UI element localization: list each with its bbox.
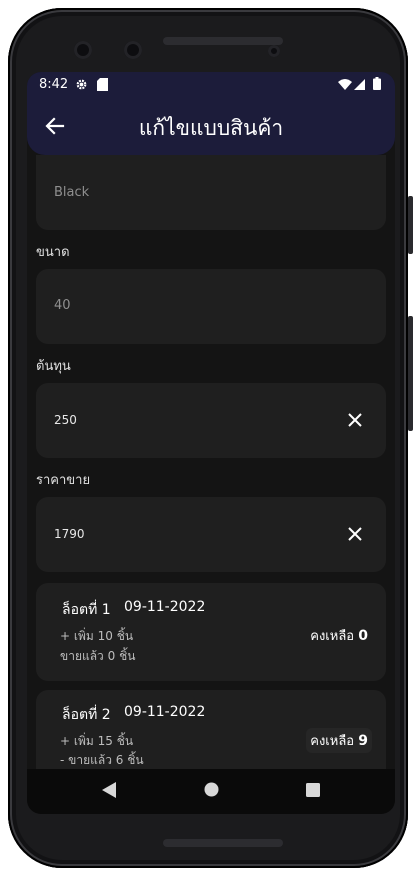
- clear-cost-icon[interactable]: [346, 411, 364, 429]
- color-field[interactable]: Black: [36, 155, 386, 230]
- lot-title: ล็อตที่ 2: [62, 707, 111, 723]
- lot-remaining-label: คงเหลือ: [310, 734, 355, 749]
- nav-recents-button[interactable]: [283, 769, 343, 814]
- lot-remaining: คงเหลือ 9: [306, 728, 372, 753]
- lot-remaining: คงเหลือ 0: [306, 623, 372, 648]
- gear-icon: [75, 78, 88, 95]
- size-field-value: 40: [54, 298, 71, 313]
- recents-square-icon: [306, 782, 320, 801]
- lot-sold: - ขายแล้ว 6 ชิ้น: [60, 753, 144, 767]
- price-field[interactable]: 1790: [36, 497, 386, 572]
- cost-label: ต้นทุน: [36, 359, 71, 374]
- wifi-icon: [338, 79, 352, 94]
- app-bar: แก้ไขแบบสินค้า: [27, 98, 395, 155]
- lot-sold: ขายแล้ว 0 ชิ้น: [60, 649, 136, 663]
- lot-card[interactable]: ล็อตที่ 2 09-11-2022 + เพิ่ม 15 ชิ้น - ข…: [36, 690, 386, 769]
- nav-home-button[interactable]: [181, 769, 241, 814]
- price-label: ราคาขาย: [36, 473, 91, 488]
- nav-back-button[interactable]: [79, 769, 139, 814]
- bottom-speaker: [163, 839, 283, 847]
- lot-date: 09-11-2022: [124, 704, 206, 720]
- front-sensor-left: [74, 41, 92, 59]
- front-camera: [268, 45, 280, 57]
- system-nav-bar: [27, 769, 395, 814]
- price-field-value: 1790: [54, 527, 85, 541]
- battery-icon: [373, 77, 381, 94]
- lot-card[interactable]: ล็อตที่ 1 09-11-2022 + เพิ่ม 10 ชิ้น ขาย…: [36, 583, 386, 681]
- page-title: แก้ไขแบบสินค้า: [138, 116, 284, 140]
- power-button: [408, 196, 413, 254]
- size-field[interactable]: 40: [36, 269, 386, 344]
- front-sensor-right: [124, 41, 142, 59]
- lot-date: 09-11-2022: [124, 599, 206, 615]
- cost-field-value: 250: [54, 413, 77, 427]
- volume-button: [408, 316, 413, 431]
- status-bar: 8:42: [27, 72, 395, 98]
- color-field-value: Black: [54, 185, 90, 200]
- signal-icon: [354, 79, 365, 94]
- sd-card-icon: [97, 78, 108, 95]
- lot-added: + เพิ่ม 10 ชิ้น: [60, 629, 134, 643]
- clear-price-icon[interactable]: [346, 525, 364, 543]
- size-label: ขนาด: [36, 245, 70, 260]
- screen: 8:42 แก้ไขแบบสินค้า Black ขนาด 40 ต้นทุน…: [27, 72, 395, 814]
- home-circle-icon: [204, 782, 219, 801]
- status-time: 8:42: [39, 77, 69, 92]
- lot-remaining-value: 0: [358, 628, 368, 644]
- lot-added: + เพิ่ม 15 ชิ้น: [60, 734, 134, 748]
- cost-field[interactable]: 250: [36, 383, 386, 458]
- earpiece-speaker: [163, 37, 283, 45]
- lot-title: ล็อตที่ 1: [62, 602, 111, 618]
- back-triangle-icon: [102, 781, 116, 802]
- lot-remaining-value: 9: [358, 733, 368, 749]
- form-scroll-area[interactable]: Black ขนาด 40 ต้นทุน 250 ราคาขาย 1790 ล็…: [27, 155, 395, 769]
- lot-remaining-label: คงเหลือ: [310, 629, 355, 644]
